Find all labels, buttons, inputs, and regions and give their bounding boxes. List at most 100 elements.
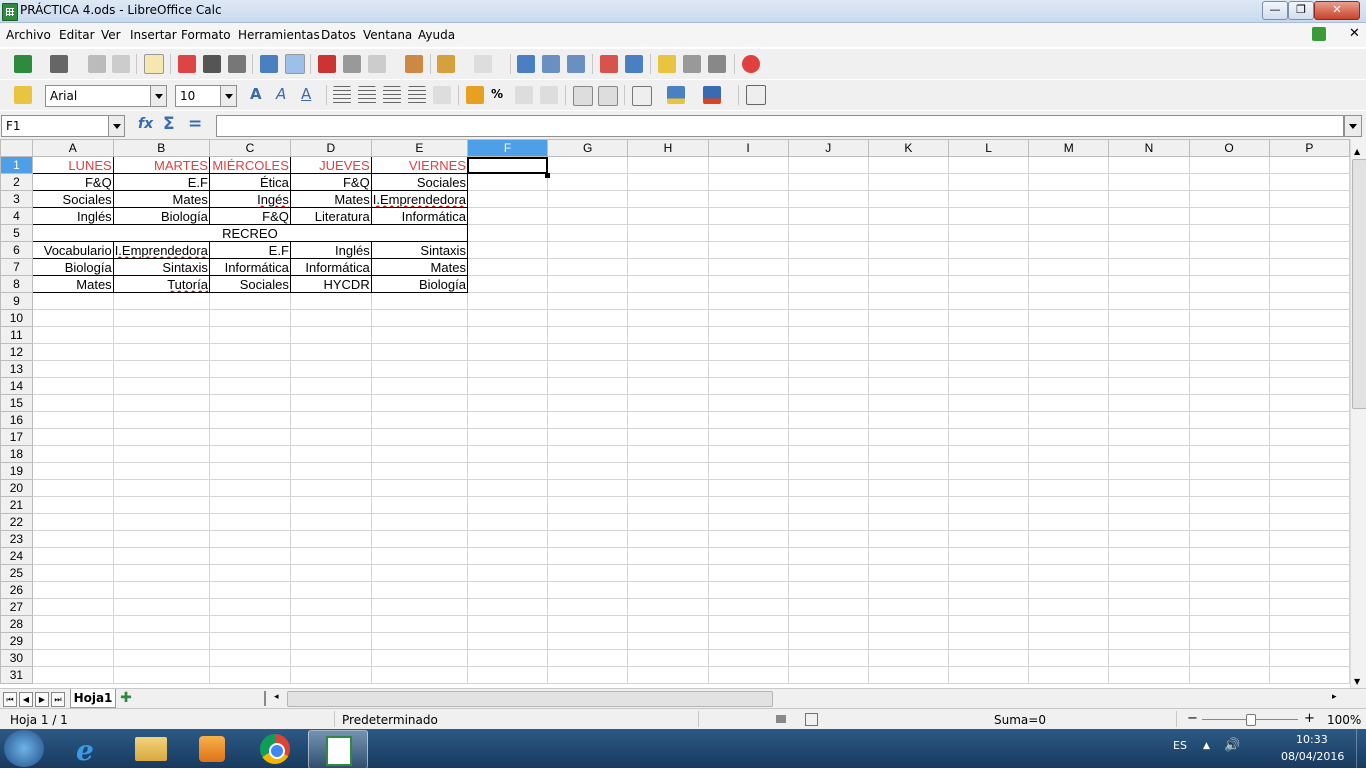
cell[interactable] [787, 496, 869, 514]
cell[interactable] [867, 275, 949, 293]
cell[interactable] [1108, 326, 1190, 344]
row-header[interactable]: 6 [0, 241, 33, 259]
cell[interactable] [1108, 598, 1190, 616]
bold-icon[interactable]: A [250, 85, 262, 103]
cell[interactable] [787, 513, 869, 531]
cell[interactable] [1268, 156, 1350, 174]
cell[interactable] [1188, 547, 1270, 565]
cell[interactable] [947, 581, 1030, 599]
decrease-indent-icon[interactable] [573, 86, 593, 106]
new-document-icon[interactable] [14, 55, 32, 73]
merge-cells-icon[interactable] [433, 86, 451, 104]
row-header[interactable]: 18 [0, 445, 33, 463]
cell[interactable] [947, 292, 1030, 310]
cell[interactable] [947, 547, 1030, 565]
chart-icon[interactable] [600, 55, 618, 73]
cell[interactable] [370, 479, 468, 497]
row-header[interactable]: 1 [0, 156, 33, 174]
navigator-icon[interactable] [658, 55, 676, 73]
page-style[interactable]: Predeterminado [342, 713, 438, 727]
cell[interactable] [1028, 462, 1110, 480]
cell[interactable] [1108, 513, 1190, 531]
sheet-tab-hoja1[interactable]: Hoja1 [70, 689, 116, 708]
cell[interactable] [627, 547, 709, 565]
cell[interactable] [208, 564, 291, 582]
cell[interactable] [1028, 309, 1110, 327]
cell[interactable] [289, 309, 372, 327]
cell[interactable] [947, 649, 1030, 667]
row-header[interactable]: 28 [0, 615, 33, 633]
cell[interactable] [787, 632, 869, 650]
cell[interactable] [787, 547, 869, 565]
cell[interactable] [466, 462, 549, 480]
cell[interactable] [787, 666, 869, 684]
cell[interactable] [947, 428, 1030, 446]
cell[interactable] [1268, 394, 1350, 412]
cell[interactable] [112, 428, 210, 446]
cell[interactable] [370, 394, 468, 412]
cell[interactable] [1268, 173, 1350, 191]
cell[interactable] [787, 615, 869, 633]
start-button-icon[interactable] [4, 730, 44, 767]
cell[interactable] [707, 326, 789, 344]
cell[interactable]: F&Q [31, 173, 114, 191]
cell[interactable] [208, 666, 291, 684]
cell[interactable]: Ética [208, 173, 291, 191]
cell[interactable] [707, 190, 789, 208]
cell[interactable] [867, 615, 949, 633]
row-header[interactable]: 22 [0, 513, 33, 531]
row-header[interactable]: 2 [0, 173, 33, 191]
cell[interactable] [867, 190, 949, 208]
cell[interactable] [787, 224, 869, 242]
cell[interactable] [466, 309, 549, 327]
cell[interactable]: MARTES [112, 156, 210, 174]
cell[interactable] [289, 292, 372, 310]
cell[interactable] [289, 513, 372, 531]
cell[interactable] [370, 649, 468, 667]
cell[interactable] [289, 649, 372, 667]
cell[interactable] [289, 666, 372, 684]
cell[interactable] [1268, 275, 1350, 293]
cell[interactable]: HYCDR [289, 275, 372, 293]
scroll-down-icon[interactable]: ▼ [1354, 677, 1360, 686]
cell[interactable] [112, 292, 210, 310]
cell[interactable] [1268, 190, 1350, 208]
cell[interactable] [112, 513, 210, 531]
cell[interactable] [867, 173, 949, 191]
cell[interactable] [787, 343, 869, 361]
cell[interactable] [289, 581, 372, 599]
cell[interactable] [1108, 547, 1190, 565]
decimal-format-icon[interactable] [515, 86, 533, 104]
cell[interactable]: E.F [112, 173, 210, 191]
cell[interactable] [867, 581, 949, 599]
cell[interactable]: Mates [31, 275, 114, 293]
italic-icon[interactable]: A [276, 85, 286, 103]
cell[interactable] [466, 530, 549, 548]
maximize-button[interactable]: ❐ [1288, 1, 1314, 20]
cell[interactable] [1108, 479, 1190, 497]
cell[interactable] [208, 598, 291, 616]
cell[interactable] [947, 564, 1030, 582]
cell[interactable] [1268, 445, 1350, 463]
cell[interactable] [1108, 394, 1190, 412]
cell[interactable] [867, 445, 949, 463]
cell[interactable] [289, 598, 372, 616]
menu-ver[interactable]: Ver [101, 28, 121, 42]
cell[interactable] [112, 377, 210, 395]
cell[interactable] [289, 479, 372, 497]
cell[interactable] [787, 411, 869, 429]
cell[interactable] [1188, 564, 1270, 582]
cell[interactable] [1188, 428, 1270, 446]
cell[interactable] [112, 360, 210, 378]
menu-herramientas[interactable]: Herramientas [238, 28, 320, 42]
function-wizard-icon[interactable]: fx [138, 116, 153, 132]
cell[interactable] [707, 360, 789, 378]
cell[interactable] [867, 666, 949, 684]
data-sources-icon[interactable] [708, 55, 726, 73]
cell[interactable] [547, 547, 629, 565]
cell[interactable] [547, 530, 629, 548]
cell[interactable] [707, 207, 789, 225]
cell[interactable] [1268, 258, 1350, 276]
cell[interactable] [867, 564, 949, 582]
cell[interactable] [1028, 275, 1110, 293]
